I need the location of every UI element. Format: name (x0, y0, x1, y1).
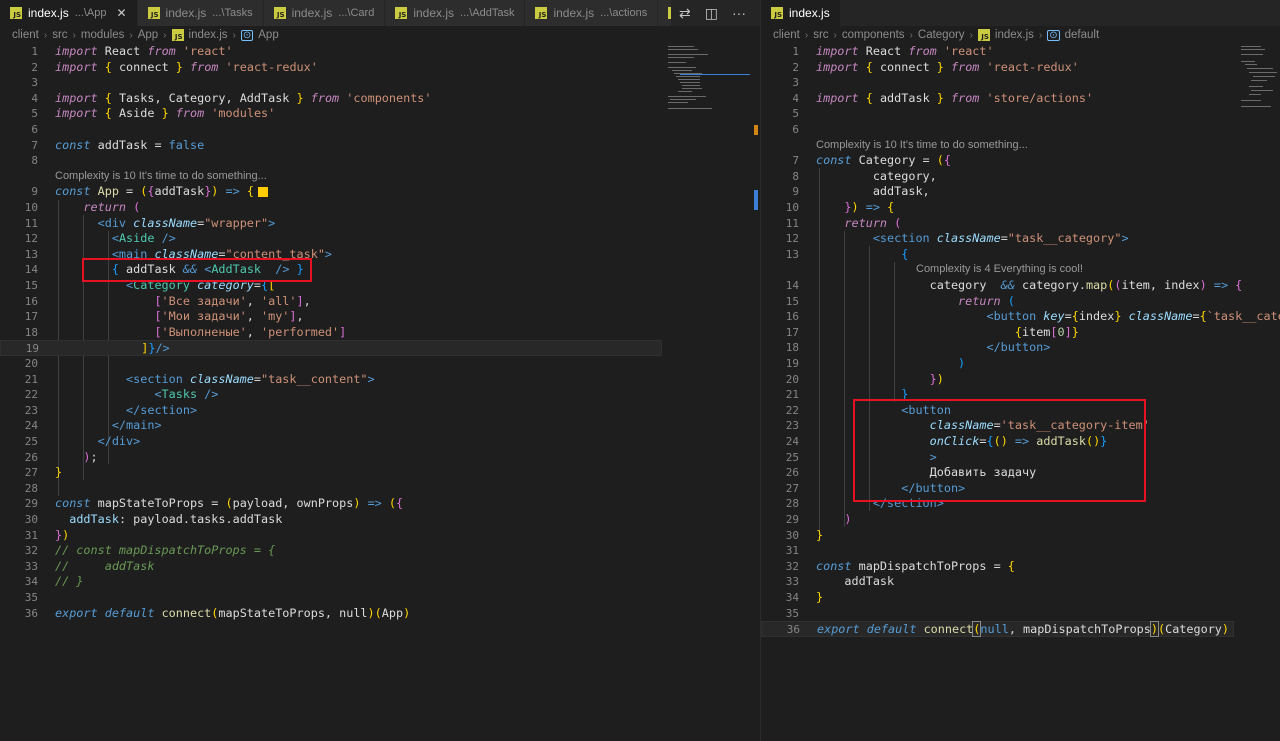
symbol-icon: ⊙ (1047, 29, 1060, 41)
breadcrumb-item[interactable]: src (813, 29, 828, 41)
highlight-box (853, 399, 1146, 502)
breadcrumb-item[interactable]: App (138, 29, 158, 41)
breadcrumb-item[interactable]: index.js (189, 29, 228, 41)
js-file-icon: JS (977, 29, 990, 41)
chevron-right-icon: › (969, 29, 973, 41)
breadcrumb: client › src › modules › App › JS index.js › ⊙ App (0, 26, 760, 44)
breadcrumb-item[interactable]: index.js (995, 29, 1034, 41)
js-file-icon: JS (395, 7, 408, 19)
js-file-icon: JS (273, 7, 286, 19)
right-editor-pane: JS index.js client › src › components › Categor… (760, 0, 1280, 741)
code-editor[interactable]: 1 import React from 'react' 2 import { con… (761, 44, 1280, 741)
lightbulb-icon[interactable] (257, 186, 268, 197)
right-tab-bar: JS index.js (761, 0, 1280, 26)
editor-tab[interactable]: JS index.js ...\Card (263, 0, 386, 26)
symbol-icon: ⊙ (240, 29, 254, 41)
tab-label: index.js (291, 6, 333, 20)
chevron-right-icon: › (804, 29, 809, 41)
tab-label: index.js (553, 6, 595, 20)
breadcrumb-item[interactable]: default (1065, 29, 1100, 41)
breadcrumb-item[interactable]: Category (918, 29, 965, 41)
js-file-icon: JS (535, 7, 548, 19)
breadcrumb-item[interactable]: src (52, 29, 67, 41)
chevron-right-icon: › (1038, 29, 1043, 41)
editor-tab[interactable]: JS index.js ...\AddTask (385, 0, 526, 26)
editor-tab[interactable]: JS index.js ...\App ✕ (0, 0, 138, 26)
tab-label: index.js (413, 6, 455, 20)
codelens[interactable]: Complexity is 10 It's time to do somethi… (55, 169, 267, 185)
tab-label: index.js (789, 6, 830, 20)
js-file-icon: JS (771, 7, 783, 19)
breadcrumb-item[interactable]: components (842, 29, 905, 41)
split-editor-icon[interactable]: ◫ (705, 5, 718, 22)
breadcrumb-item[interactable]: modules (81, 29, 124, 41)
breadcrumb-item[interactable]: client (12, 29, 39, 41)
left-tab-bar: JS index.js ...\App ✕ JS index.js ...\Tasks JS i… (0, 0, 760, 26)
js-file-icon: JS (171, 29, 184, 41)
editor-tab[interactable]: JS index.js ...\actions (525, 0, 659, 26)
breadcrumb: client › src › components › Category › JS index.j… (761, 26, 1280, 44)
chevron-right-icon: › (129, 29, 133, 41)
chevron-right-icon: › (833, 29, 837, 41)
tab-label: index.js (28, 6, 69, 20)
more-icon[interactable]: ··· (732, 5, 746, 21)
compare-icon[interactable]: ⇄ (679, 5, 691, 22)
chevron-right-icon: › (232, 29, 236, 41)
js-file-icon: JS (147, 7, 160, 19)
tab-path: ...\App (74, 7, 107, 19)
left-editor-pane: JS index.js ...\App ✕ JS index.js ...\Tasks JS i… (0, 0, 760, 741)
highlight-box (82, 258, 312, 282)
chevron-right-icon: › (43, 29, 48, 41)
editor-tab[interactable]: JS index.js (761, 0, 841, 26)
chevron-right-icon: › (909, 29, 913, 41)
chevron-right-icon: › (72, 29, 76, 41)
code-editor[interactable]: 1 import React from 'react' 2 import { con… (0, 44, 760, 741)
breadcrumb-item[interactable]: App (258, 29, 278, 41)
breadcrumb-item[interactable]: client (773, 29, 800, 41)
codelens[interactable]: Complexity is 4 Everything is cool! (916, 262, 1083, 278)
js-file-icon: JS (10, 7, 22, 19)
close-icon[interactable]: ✕ (116, 6, 126, 20)
tab-path: ...\AddTask (460, 7, 515, 19)
left-tab-actions: ⇄ ◫ ··· (671, 0, 746, 26)
codelens[interactable]: Complexity is 10 It's time to do somethi… (816, 138, 1028, 154)
tab-path: ...\actions (600, 7, 648, 19)
tab-path: ...\Tasks (212, 7, 253, 19)
tab-label: index.js (165, 6, 207, 20)
editor-tab[interactable]: JS index.js ...\Tasks (137, 0, 264, 26)
chevron-right-icon: › (163, 29, 167, 41)
tab-path: ...\Card (338, 7, 375, 19)
